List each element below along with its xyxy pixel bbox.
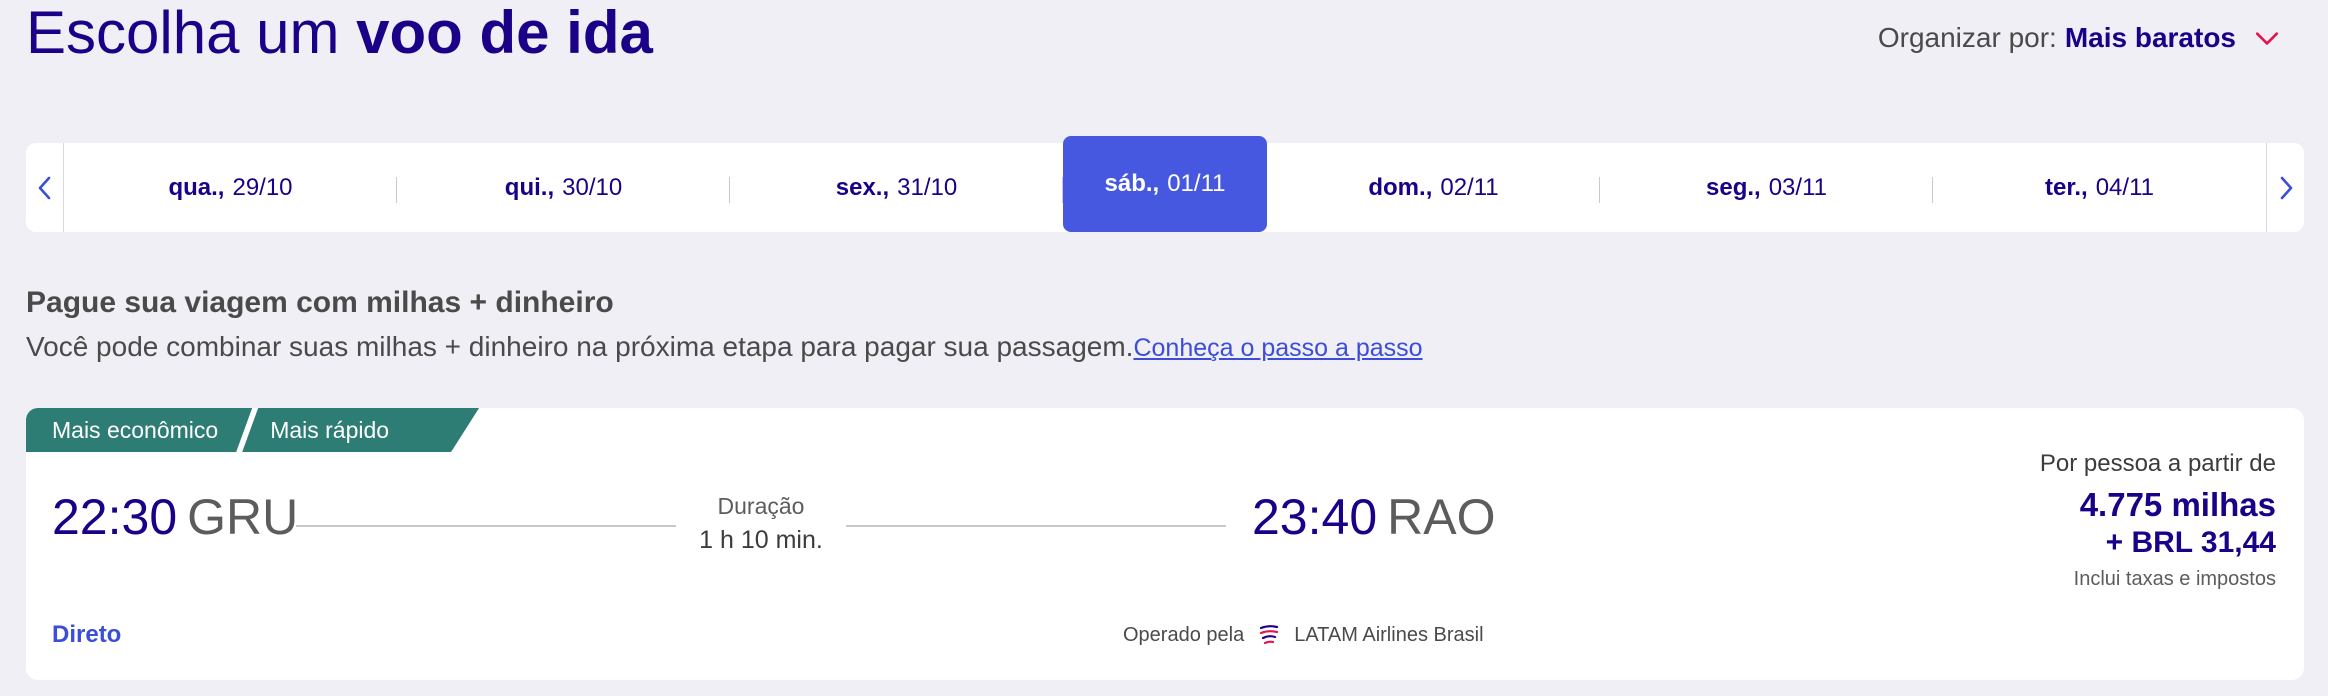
date-tab[interactable]: sex., 31/10 [730, 143, 1063, 232]
date-value: 30/10 [562, 173, 623, 201]
title-strong: voo de ida [356, 0, 653, 66]
flight-tags: Mais econômico Mais rápido [26, 408, 479, 452]
date-tab[interactable]: qua., 29/10 [64, 143, 397, 232]
date-value: 29/10 [232, 173, 293, 201]
price-miles: 4.775 milhas [2079, 486, 2276, 523]
date-tab[interactable]: qui., 30/10 [397, 143, 730, 232]
airline-name: LATAM Airlines Brasil [1294, 623, 1484, 646]
price-block: Por pessoa a partir de 4.775 milhas + BR… [2040, 450, 2276, 591]
date-value: 04/11 [2095, 173, 2154, 201]
sort-label: Organizar por: [1877, 22, 2057, 53]
step-by-step-link[interactable]: Conheça o passo a passo [1133, 334, 1422, 362]
date-value: 02/11 [1440, 173, 1499, 201]
chevron-left-icon [38, 176, 50, 199]
chevron-right-icon [2280, 176, 2292, 199]
price-taxes-note: Inclui taxas e impostos [2073, 568, 2276, 590]
arrival: 23:40 RAO [1252, 488, 1495, 546]
tag-fastest: Mais rápido [242, 408, 479, 452]
latam-logo-icon [1260, 625, 1279, 645]
flight-selection-page: Escolha um voo de ida Organizar por: Mai… [0, 0, 2328, 696]
chevron-down-icon [2255, 32, 2279, 45]
date-weekday: qua., [168, 173, 225, 201]
sort-dropdown[interactable]: Organizar por: Mais baratos [1878, 22, 2280, 54]
departure-airport-code: GRU [187, 489, 299, 545]
price-from-label: Por pessoa a partir de [2039, 450, 2276, 477]
date-weekday: sáb., [1104, 170, 1160, 197]
stops-link[interactable]: Direto [52, 621, 121, 649]
date-carousel: qua., 29/10 qui., 30/10 sex., 31/10 sáb.… [26, 136, 2304, 232]
route-line [296, 525, 676, 527]
operated-by-label: Operado pela [1123, 623, 1245, 646]
date-value: 03/11 [1768, 173, 1827, 201]
date-tab-selected[interactable]: sáb., 01/11 [1063, 136, 1267, 232]
date-value: 31/10 [897, 173, 958, 201]
date-weekday: seg., [1706, 173, 1761, 201]
tag-cheapest: Mais econômico [26, 408, 252, 452]
date-weekday: ter., [2045, 173, 2088, 201]
arrival-airport-code: RAO [1387, 489, 1496, 545]
flight-card[interactable]: Mais econômico Mais rápido 22:30 GRU Dura… [26, 408, 2304, 680]
date-tab[interactable]: dom., 02/11 [1267, 143, 1600, 232]
miles-section-description: Você pode combinar suas milhas + dinheir… [26, 331, 1423, 363]
flight-duration: Duração 1 h 10 min. [676, 493, 846, 555]
date-weekday: qui., [504, 173, 555, 201]
date-tab[interactable]: ter., 04/11 [1933, 143, 2266, 232]
duration-label: Duração [717, 493, 805, 519]
miles-section-title: Pague sua viagem com milhas + dinheiro [26, 286, 614, 319]
date-list: qua., 29/10 qui., 30/10 sex., 31/10 sáb.… [64, 136, 2266, 232]
date-weekday: sex., [835, 173, 890, 201]
route-line [846, 525, 1226, 527]
duration-value: 1 h 10 min. [699, 526, 823, 554]
page-title: Escolha um voo de ida [26, 0, 653, 66]
date-weekday: dom., [1368, 173, 1433, 201]
price-cash: + BRL 31,44 [2105, 526, 2276, 559]
sort-value: Mais baratos [2064, 22, 2236, 53]
previous-dates-button[interactable] [26, 143, 64, 232]
date-value: 01/11 [1167, 170, 1226, 197]
miles-description-text: Você pode combinar suas milhas + dinheir… [26, 331, 1134, 362]
next-dates-button[interactable] [2266, 143, 2304, 232]
departure-time: 22:30 [52, 489, 178, 545]
date-tab[interactable]: seg., 03/11 [1600, 143, 1933, 232]
operated-by: Operado pela LATAM Airlines Brasil [1123, 622, 1484, 648]
arrival-time: 23:40 [1252, 489, 1378, 545]
title-prefix: Escolha um [26, 0, 340, 66]
departure: 22:30 GRU [52, 488, 298, 546]
